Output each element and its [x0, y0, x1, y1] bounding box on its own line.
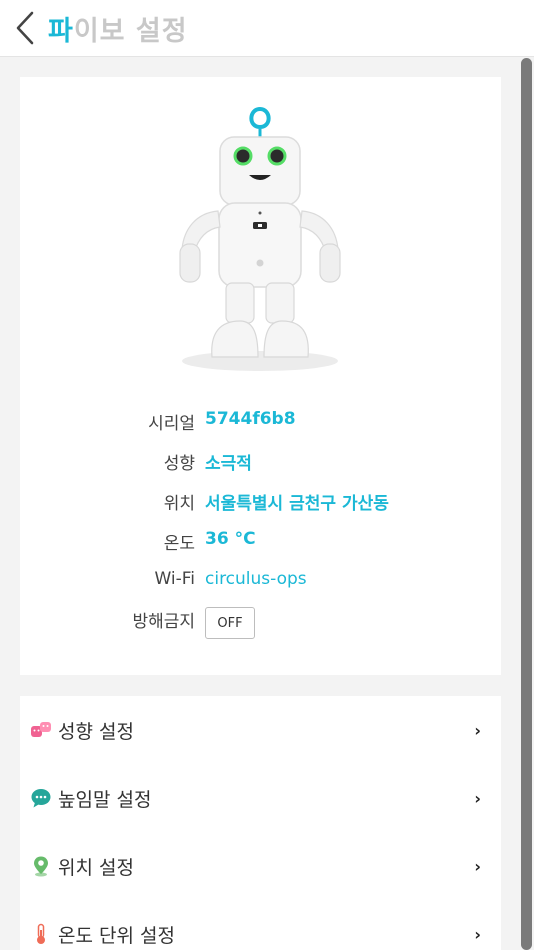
menu-item-personality[interactable]: 성향 설정 ›: [20, 696, 501, 764]
info-row-serial: 시리얼 5744f6b8: [20, 405, 501, 435]
menu-label-temperature-unit: 온도 단위 설정: [58, 924, 175, 947]
do-not-disturb-toggle[interactable]: OFF: [205, 607, 255, 639]
wifi-label: Wi-Fi: [154, 569, 195, 589]
chevron-left-icon: [16, 11, 34, 45]
chevron-right-icon: ›: [474, 720, 481, 740]
robot-image: [179, 106, 341, 371]
info-row-personality: 성향 소극적: [20, 445, 501, 475]
speech-bubble-icon: [31, 789, 51, 808]
page-title: 파이보 설정: [48, 9, 188, 48]
menu-item-honorific[interactable]: 높임말 설정 ›: [20, 764, 501, 832]
info-row-do-not-disturb: 방해금지 OFF: [20, 607, 501, 641]
scrollbar[interactable]: [521, 58, 532, 950]
chevron-right-icon: ›: [474, 924, 481, 944]
title-accent: 파: [48, 15, 74, 47]
location-pin-icon: [34, 856, 48, 877]
menu-item-location[interactable]: 위치 설정 ›: [20, 832, 501, 900]
wifi-value: circulus-ops: [205, 569, 307, 589]
info-row-wifi: Wi-Fi circulus-ops: [20, 565, 501, 595]
chevron-right-icon: ›: [474, 856, 481, 876]
robot-info-card: 시리얼 5744f6b8 성향 소극적 위치 서울특별시 금천구 가산동 온도 …: [20, 77, 501, 675]
back-button[interactable]: [2, 0, 48, 57]
masks-icon: [31, 722, 51, 737]
info-row-location: 위치 서울특별시 금천구 가산동: [20, 485, 501, 515]
temperature-label: 온도: [163, 534, 195, 554]
location-label: 위치: [163, 494, 195, 514]
menu-label-personality: 성향 설정: [58, 720, 134, 743]
menu-item-temperature-unit[interactable]: 온도 단위 설정 ›: [20, 900, 501, 950]
title-rest: 이보 설정: [73, 15, 188, 47]
temperature-value: 36 °C: [205, 529, 256, 549]
serial-label: 시리얼: [148, 414, 195, 434]
do-not-disturb-label: 방해금지: [132, 612, 195, 632]
info-row-temperature: 온도 36 °C: [20, 525, 501, 555]
serial-value: 5744f6b8: [205, 409, 296, 429]
chevron-right-icon: ›: [474, 788, 481, 808]
menu-label-honorific: 높임말 설정: [58, 788, 152, 811]
personality-label: 성향: [163, 454, 195, 474]
thermometer-icon: [37, 923, 45, 944]
top-app-bar: 파이보 설정: [0, 0, 534, 57]
settings-menu: 성향 설정 › 높임말 설정 › 위치 설정 › 온도 단위 설정 ›: [20, 696, 501, 950]
location-value: 서울특별시 금천구 가산동: [205, 494, 389, 514]
menu-label-location: 위치 설정: [58, 856, 134, 879]
personality-value: 소극적: [205, 454, 252, 474]
